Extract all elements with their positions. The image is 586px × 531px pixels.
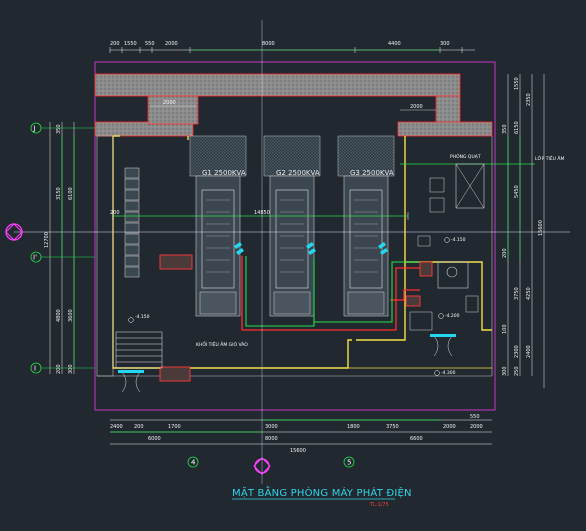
dim-right-7: 200 bbox=[502, 248, 508, 258]
dim-left-3: 6100 bbox=[68, 187, 74, 200]
dim-right-5: 5450 bbox=[514, 185, 520, 198]
left-dimension-green bbox=[61, 136, 75, 365]
dim-wall-left: 2000 bbox=[163, 100, 176, 106]
axis-bubble-j: J bbox=[30, 122, 42, 134]
dim-center-200: 200 bbox=[110, 210, 120, 216]
dim-bottom-extra: 550 bbox=[470, 414, 480, 420]
dim-left-2: 3150 bbox=[56, 187, 62, 200]
dim-right-13: 300 bbox=[502, 366, 508, 376]
axis-bubble-col-4: 4 bbox=[187, 456, 199, 468]
dim-top-1: 200 bbox=[110, 41, 120, 47]
control-panels bbox=[124, 167, 140, 278]
dim-wall-right: 2000 bbox=[410, 104, 423, 110]
right-equipment bbox=[405, 235, 479, 331]
dim-right-2: 2350 bbox=[526, 93, 532, 106]
dim-left-5: 4800 bbox=[56, 309, 62, 322]
label-sound-layer: LỚP TIÊU ÂM bbox=[535, 154, 564, 162]
cad-drawing-canvas: 200 1550 550 2000 8000 4400 300 2000 200… bbox=[5, 20, 570, 508]
dim-right-6: 15600 bbox=[538, 220, 544, 236]
dim-right-14: 250 bbox=[514, 366, 520, 376]
dim-right-9: 4250 bbox=[526, 287, 532, 300]
dim-bottom-11: 6600 bbox=[410, 436, 423, 442]
dim-bottom-5: 1800 bbox=[347, 424, 360, 430]
axis-bubble-i-prime: I' bbox=[30, 251, 42, 263]
equipment-box-1 bbox=[159, 254, 193, 270]
dim-top-5: 8000 bbox=[262, 41, 275, 47]
dim-left-8: 300 bbox=[68, 364, 74, 374]
doors bbox=[118, 334, 456, 393]
dim-right-1: 1550 bbox=[514, 77, 520, 90]
svg-text:I: I bbox=[34, 365, 36, 373]
dim-bottom-3: 1700 bbox=[168, 424, 181, 430]
svg-text:5: 5 bbox=[347, 459, 351, 467]
dim-left-4: 12700 bbox=[44, 232, 50, 248]
label-intake-duct: KHỐI TIÊU ÂM GIÓ VÀO bbox=[196, 340, 248, 348]
level-label-4: -4.300 bbox=[441, 370, 456, 376]
dim-bottom-10: 8000 bbox=[265, 436, 278, 442]
dim-bottom-4: 3000 bbox=[265, 424, 278, 430]
dim-right-3: 350 bbox=[502, 124, 508, 134]
dim-top-2: 1550 bbox=[124, 41, 137, 47]
dim-bottom-1: 2400 bbox=[110, 424, 123, 430]
equipment-box-2 bbox=[159, 366, 191, 382]
svg-text:J: J bbox=[33, 125, 36, 133]
dim-right-11: 2300 bbox=[514, 345, 520, 358]
dim-bottom-8: 2000 bbox=[470, 424, 483, 430]
dim-right-12: 2400 bbox=[526, 345, 532, 358]
axis-bubble-col-5: 5 bbox=[343, 456, 355, 468]
concrete-walls bbox=[94, 73, 493, 137]
dim-bottom-12: 15600 bbox=[290, 448, 306, 454]
drawing-title: MẶT BẰNG PHÒNG MÁY PHÁT ĐIỆN bbox=[232, 485, 412, 499]
label-fan-room: PHÒNG QUẠT bbox=[450, 153, 481, 160]
fan-room bbox=[429, 163, 485, 213]
svg-text:4: 4 bbox=[191, 459, 196, 467]
dim-top-6: 4400 bbox=[388, 41, 401, 47]
dim-right-4: 6150 bbox=[514, 121, 520, 134]
dim-top-3: 550 bbox=[145, 41, 155, 47]
drawing-scale: TL:1/75 bbox=[369, 502, 389, 508]
dim-right-8: 3750 bbox=[514, 287, 520, 300]
right-dimension-green bbox=[507, 136, 521, 262]
axis-bubble-i: I bbox=[30, 362, 42, 374]
dim-left-6: 3600 bbox=[68, 309, 74, 322]
generator-2-label: G2 2500KVA bbox=[276, 169, 320, 177]
dim-left-7: 200 bbox=[56, 364, 62, 374]
generator-2 bbox=[263, 135, 321, 317]
dim-left-1: 350 bbox=[56, 124, 62, 134]
dim-bottom-6: 3750 bbox=[386, 424, 399, 430]
stairs bbox=[115, 331, 163, 369]
dim-bottom-7: 2000 bbox=[443, 424, 456, 430]
dim-top-7: 300 bbox=[440, 41, 450, 47]
fuel-pipe-red bbox=[241, 256, 420, 331]
dim-top-4: 2000 bbox=[165, 41, 178, 47]
dim-right-10: 100 bbox=[502, 324, 508, 334]
dim-bottom-2: 200 bbox=[134, 424, 144, 430]
generator-1-label: G1 2500KVA bbox=[202, 169, 246, 177]
generator-3-label: G3 2500KVA bbox=[350, 169, 394, 177]
level-label-1: -4.150 bbox=[135, 314, 150, 320]
generator-1 bbox=[189, 135, 247, 317]
generator-3 bbox=[337, 135, 395, 317]
level-label-3: -4.200 bbox=[445, 313, 460, 319]
svg-text:I': I' bbox=[33, 254, 37, 262]
level-label-2: -4.150 bbox=[451, 237, 466, 243]
dim-bottom-9: 6000 bbox=[148, 436, 161, 442]
